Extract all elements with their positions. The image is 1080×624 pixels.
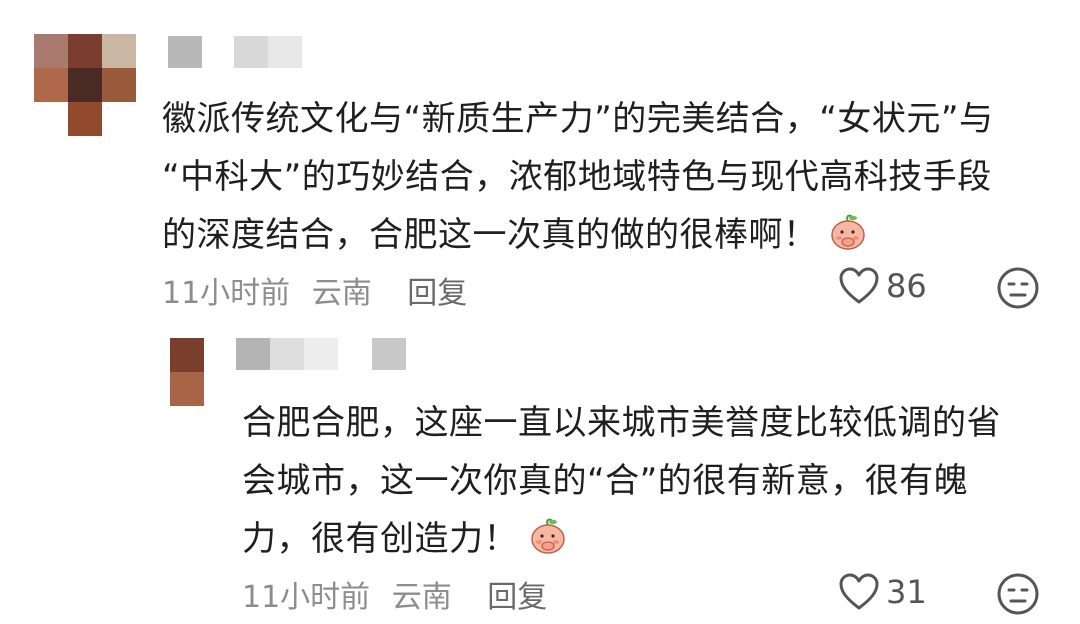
avatar[interactable]	[34, 34, 136, 136]
heart-outline-icon	[839, 267, 879, 304]
comment-line-with-emoji: 的深度结合，合肥这一次真的做的很棒啊！	[162, 206, 993, 264]
like-count: 31	[886, 573, 927, 611]
avatar[interactable]	[170, 338, 204, 406]
reply-line-with-emoji: 力，很有创造力！	[242, 510, 1001, 568]
username-redacted[interactable]	[168, 36, 308, 68]
comment-line: “中科大”的巧妙结合，浓郁地域特色与现代高科技手段	[162, 157, 992, 197]
peach-face-emoji	[531, 518, 565, 554]
reply-time: 11小时前	[242, 580, 371, 615]
comment-meta: 11小时前 云南 回复	[162, 268, 467, 312]
reply-text: 合肥合肥，这座一直以来城市美誉度比较低调的省 会城市，这一次你真的“合”的很有新…	[242, 394, 1001, 568]
neutral-face-icon[interactable]	[996, 572, 1040, 616]
comment-text: 徽派传统文化与“新质生产力”的完美结合，“女状元”与 “中科大”的巧妙结合，浓郁…	[162, 90, 993, 264]
reply-line: 合肥合肥，这座一直以来城市美誉度比较低调的省	[242, 403, 1001, 443]
reply-line: 会城市，这一次你真的“合”的很有新意，很有魄	[242, 461, 969, 501]
reply-meta: 11小时前 云南 回复	[242, 572, 547, 616]
comment-location: 云南	[311, 276, 372, 311]
peach-face-emoji	[830, 214, 865, 250]
like-button[interactable]: 31	[838, 572, 927, 612]
reply-line-text: 力，很有创造力！	[242, 519, 518, 559]
comment-line-text: 的深度结合，合肥这一次真的做的很棒啊！	[162, 215, 818, 255]
reply-button[interactable]: 回复	[487, 572, 547, 616]
like-count: 86	[886, 267, 927, 305]
like-button[interactable]: 86	[838, 266, 927, 306]
reply-button[interactable]: 回复	[407, 268, 467, 312]
neutral-face-icon[interactable]	[996, 266, 1040, 310]
heart-outline-icon	[839, 573, 879, 610]
comment-line: 徽派传统文化与“新质生产力”的完美结合，“女状元”与	[162, 99, 994, 139]
reply-location: 云南	[391, 580, 452, 615]
comment-time: 11小时前	[162, 276, 291, 311]
username-redacted[interactable]	[236, 338, 416, 372]
